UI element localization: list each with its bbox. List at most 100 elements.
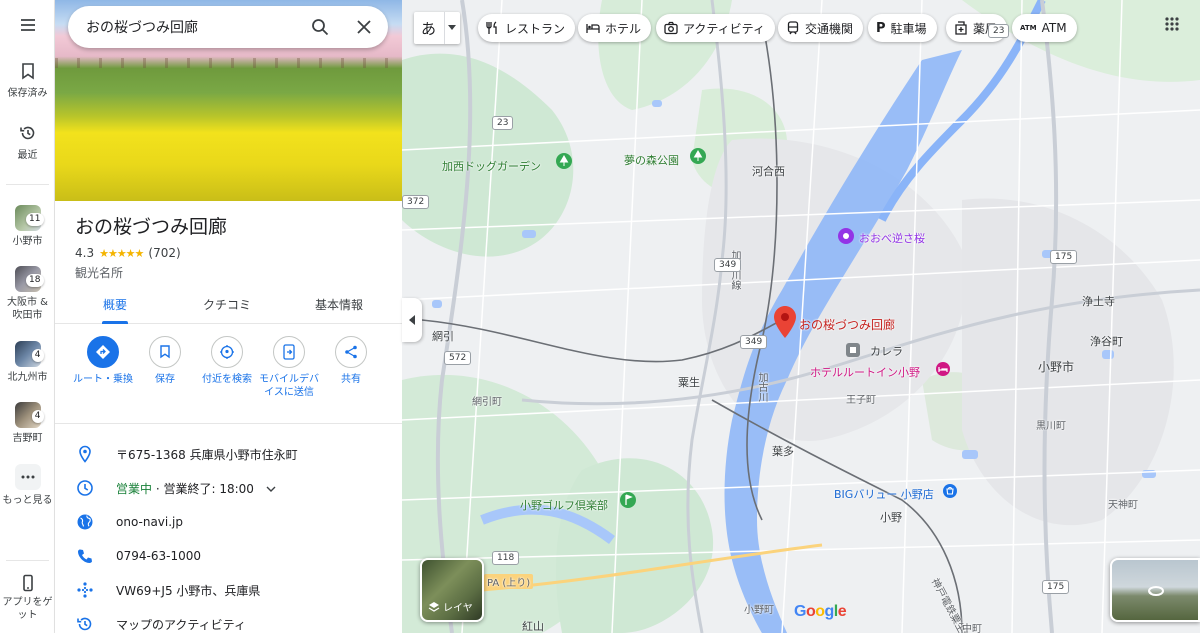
search-icon[interactable]	[310, 17, 330, 37]
get-app-button[interactable]: アプリをゲット	[0, 574, 55, 622]
map-label-haita[interactable]: 葉多	[772, 443, 794, 459]
recent-item-kitakyushu[interactable]: 4 北九州市	[0, 341, 55, 384]
recent-item-osaka[interactable]: 18 大阪市 & 吹田市	[0, 266, 55, 322]
send-to-phone-button[interactable]: モバイルデバイスに送信	[256, 336, 322, 399]
pharmacy-icon	[955, 21, 967, 35]
chip-hotels[interactable]: ホテル	[578, 14, 652, 42]
search-input[interactable]	[86, 17, 306, 37]
chip-parking[interactable]: P 駐車場	[868, 14, 937, 42]
rail-divider	[6, 184, 49, 185]
map-label-jodoji[interactable]: 浄土寺	[1082, 293, 1115, 309]
map-label-ouji: 王子町	[846, 395, 876, 406]
map-label-dog-garden[interactable]: 加西ドッグガーデン	[442, 158, 541, 174]
collapse-panel-button[interactable]	[402, 298, 422, 342]
map-label-amibiki[interactable]: 網引	[432, 328, 454, 344]
phone-row[interactable]: 0794-63-1000	[55, 539, 402, 573]
location-pin-icon	[79, 445, 91, 463]
website-text: ono-navi.jp	[116, 515, 184, 529]
tab-overview[interactable]: 概要	[65, 296, 165, 313]
golf-icon[interactable]	[620, 492, 636, 508]
place-tabs: 概要 クチコミ 基本情報	[55, 288, 402, 324]
park-icon[interactable]	[556, 153, 572, 169]
map-label-place-pin[interactable]: おの桜づつみ回廊	[799, 316, 895, 333]
recent-item-yoshino[interactable]: 4 吉野町	[0, 402, 55, 445]
share-button[interactable]: 共有	[318, 336, 384, 386]
open-status: 営業中	[116, 481, 153, 496]
address-row[interactable]: 〒675-1368 兵庫県小野市住永町	[55, 437, 402, 471]
map-label-jodoji-station: 浄谷町	[1090, 335, 1123, 348]
recent-label: 最近	[17, 150, 38, 161]
train-icon	[787, 21, 799, 35]
recent-thumbnail: 11	[14, 205, 44, 231]
website-row[interactable]: ono-navi.jp	[55, 505, 402, 539]
caret-down-icon	[448, 25, 456, 30]
map-label-kurokawa: 黒川町	[1036, 421, 1066, 432]
route-shield: 118	[492, 551, 520, 565]
plus-code-row[interactable]: VW69+J5 小野市、兵庫県	[55, 573, 402, 607]
map-label-kasai-nishi[interactable]: 河合西	[752, 163, 785, 179]
more-button[interactable]: もっと見る	[0, 464, 55, 507]
chip-transit[interactable]: 交通機関	[778, 14, 864, 42]
map-label-oobe[interactable]: おおべ逆さ桜	[859, 230, 925, 246]
map-label-nakamachi: 中町	[962, 624, 982, 633]
globe-icon	[77, 514, 93, 530]
route-shield: 349	[714, 258, 742, 272]
route-shield: 23	[988, 24, 1010, 38]
directions-button[interactable]: ルート・乗換	[70, 336, 136, 386]
active-tab-indicator	[102, 321, 128, 324]
action-buttons: ルート・乗換 保存 付近を検索 モバイルデバイスに送信 共有	[55, 336, 402, 424]
hotel-icon[interactable]	[936, 362, 950, 376]
activity-row[interactable]: マップのアクティビティ	[55, 607, 402, 633]
shop-icon[interactable]	[846, 343, 860, 357]
route-shield: 23	[492, 116, 514, 130]
layers-button[interactable]: レイヤ	[420, 558, 484, 622]
place-panel: おの桜づつみ回廊 4.3 ★★★★★ (702) 観光名所 概要 クチコミ 基本…	[55, 0, 402, 633]
apps-grid-icon[interactable]	[1164, 16, 1180, 32]
map-label-yume-park[interactable]: 夢の森公園	[624, 152, 679, 168]
chip-atm[interactable]: ATM ATM	[1012, 14, 1077, 42]
hours-row[interactable]: 営業中 · 営業終了: 18:00	[55, 471, 402, 505]
phone-icon	[22, 574, 33, 592]
attraction-icon[interactable]	[838, 228, 854, 244]
review-count[interactable]: (702)	[148, 246, 180, 260]
park-icon[interactable]	[690, 148, 706, 164]
recent-item-ono[interactable]: 11 小野市	[0, 205, 55, 248]
shopping-icon[interactable]	[943, 484, 957, 498]
ime-label: あ	[421, 19, 437, 38]
close-icon[interactable]	[354, 17, 374, 37]
place-category[interactable]: 観光名所	[75, 264, 123, 281]
chip-restaurants[interactable]: レストラン	[478, 14, 576, 42]
map-label-ono-city[interactable]: 小野市	[1038, 358, 1074, 375]
map-label-ono-station[interactable]: 小野	[880, 509, 902, 525]
send-to-phone-icon	[273, 336, 305, 368]
save-button[interactable]: 保存	[132, 336, 198, 386]
recent-button[interactable]: 最近	[0, 124, 55, 161]
tab-reviews[interactable]: クチコミ	[177, 296, 277, 313]
map-canvas[interactable]: あ レストラン ホテル アクティビティ 交通機関 P 駐車場 薬局 ATM AT…	[402, 0, 1200, 633]
bookmark-icon	[21, 63, 34, 80]
menu-button[interactable]	[0, 16, 55, 38]
google-logo: Google	[794, 603, 847, 620]
chevron-down-icon[interactable]	[266, 486, 276, 492]
tab-about[interactable]: 基本情報	[289, 296, 389, 313]
chip-activities[interactable]: アクティビティ	[656, 14, 775, 42]
map-label-hotel[interactable]: ホテルルートイン小野	[810, 364, 920, 380]
search-box	[68, 6, 388, 48]
parking-icon: P	[876, 20, 886, 36]
route-shield: 372	[402, 195, 430, 209]
get-app-label: アプリをゲット	[2, 597, 53, 621]
ime-toggle[interactable]: あ	[414, 12, 460, 44]
place-pin-icon[interactable]	[774, 306, 796, 338]
map-label-pa[interactable]: PA (上り)	[484, 574, 534, 589]
street-view-thumbnail[interactable]	[1110, 558, 1200, 622]
bed-icon	[586, 24, 600, 33]
route-shield: 175	[1042, 580, 1070, 594]
recent-thumbnail: 18	[14, 266, 44, 292]
map-label-karera[interactable]: カレラ	[870, 343, 903, 359]
saved-button[interactable]: 保存済み	[0, 62, 55, 99]
map-label-big-value[interactable]: BIGバリュー 小野店	[834, 486, 934, 502]
nearby-button[interactable]: 付近を検索	[194, 336, 260, 386]
map-label-golf[interactable]: 小野ゴルフ倶楽部	[520, 497, 608, 513]
map-label-awaoi-station[interactable]: 粟生	[678, 374, 700, 390]
hours-text: 営業中 · 営業終了: 18:00	[116, 480, 276, 497]
